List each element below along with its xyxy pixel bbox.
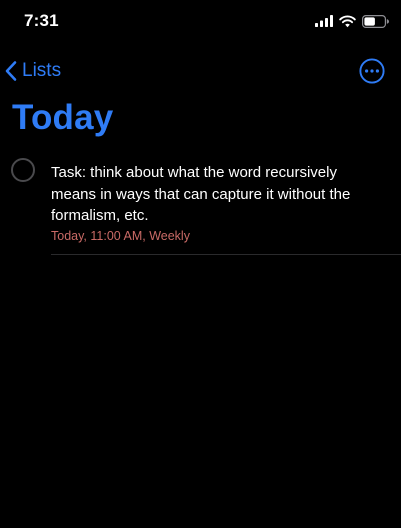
back-button[interactable]: Lists — [4, 56, 61, 86]
task-checkbox[interactable] — [11, 158, 35, 182]
page-title: Today — [12, 98, 114, 137]
chevron-left-icon — [5, 61, 17, 81]
ellipsis-circle-icon — [359, 58, 385, 84]
status-time: 7:31 — [24, 11, 59, 30]
task-divider — [51, 254, 401, 255]
battery-icon — [362, 14, 389, 28]
more-button[interactable] — [359, 58, 385, 84]
cellular-signal-icon — [315, 15, 333, 27]
wifi-icon — [339, 15, 356, 27]
status-icons — [315, 12, 389, 30]
task-title[interactable]: Task: think about what the word recursiv… — [51, 162, 381, 227]
task-due-details: Today, 11:00 AM, Weekly — [51, 229, 190, 243]
task-row[interactable]: Task: think about what the word recursiv… — [0, 154, 401, 256]
back-label: Lists — [22, 60, 62, 81]
status-bar: 7:31 — [0, 0, 401, 44]
nav-bar: Lists — [0, 54, 401, 88]
